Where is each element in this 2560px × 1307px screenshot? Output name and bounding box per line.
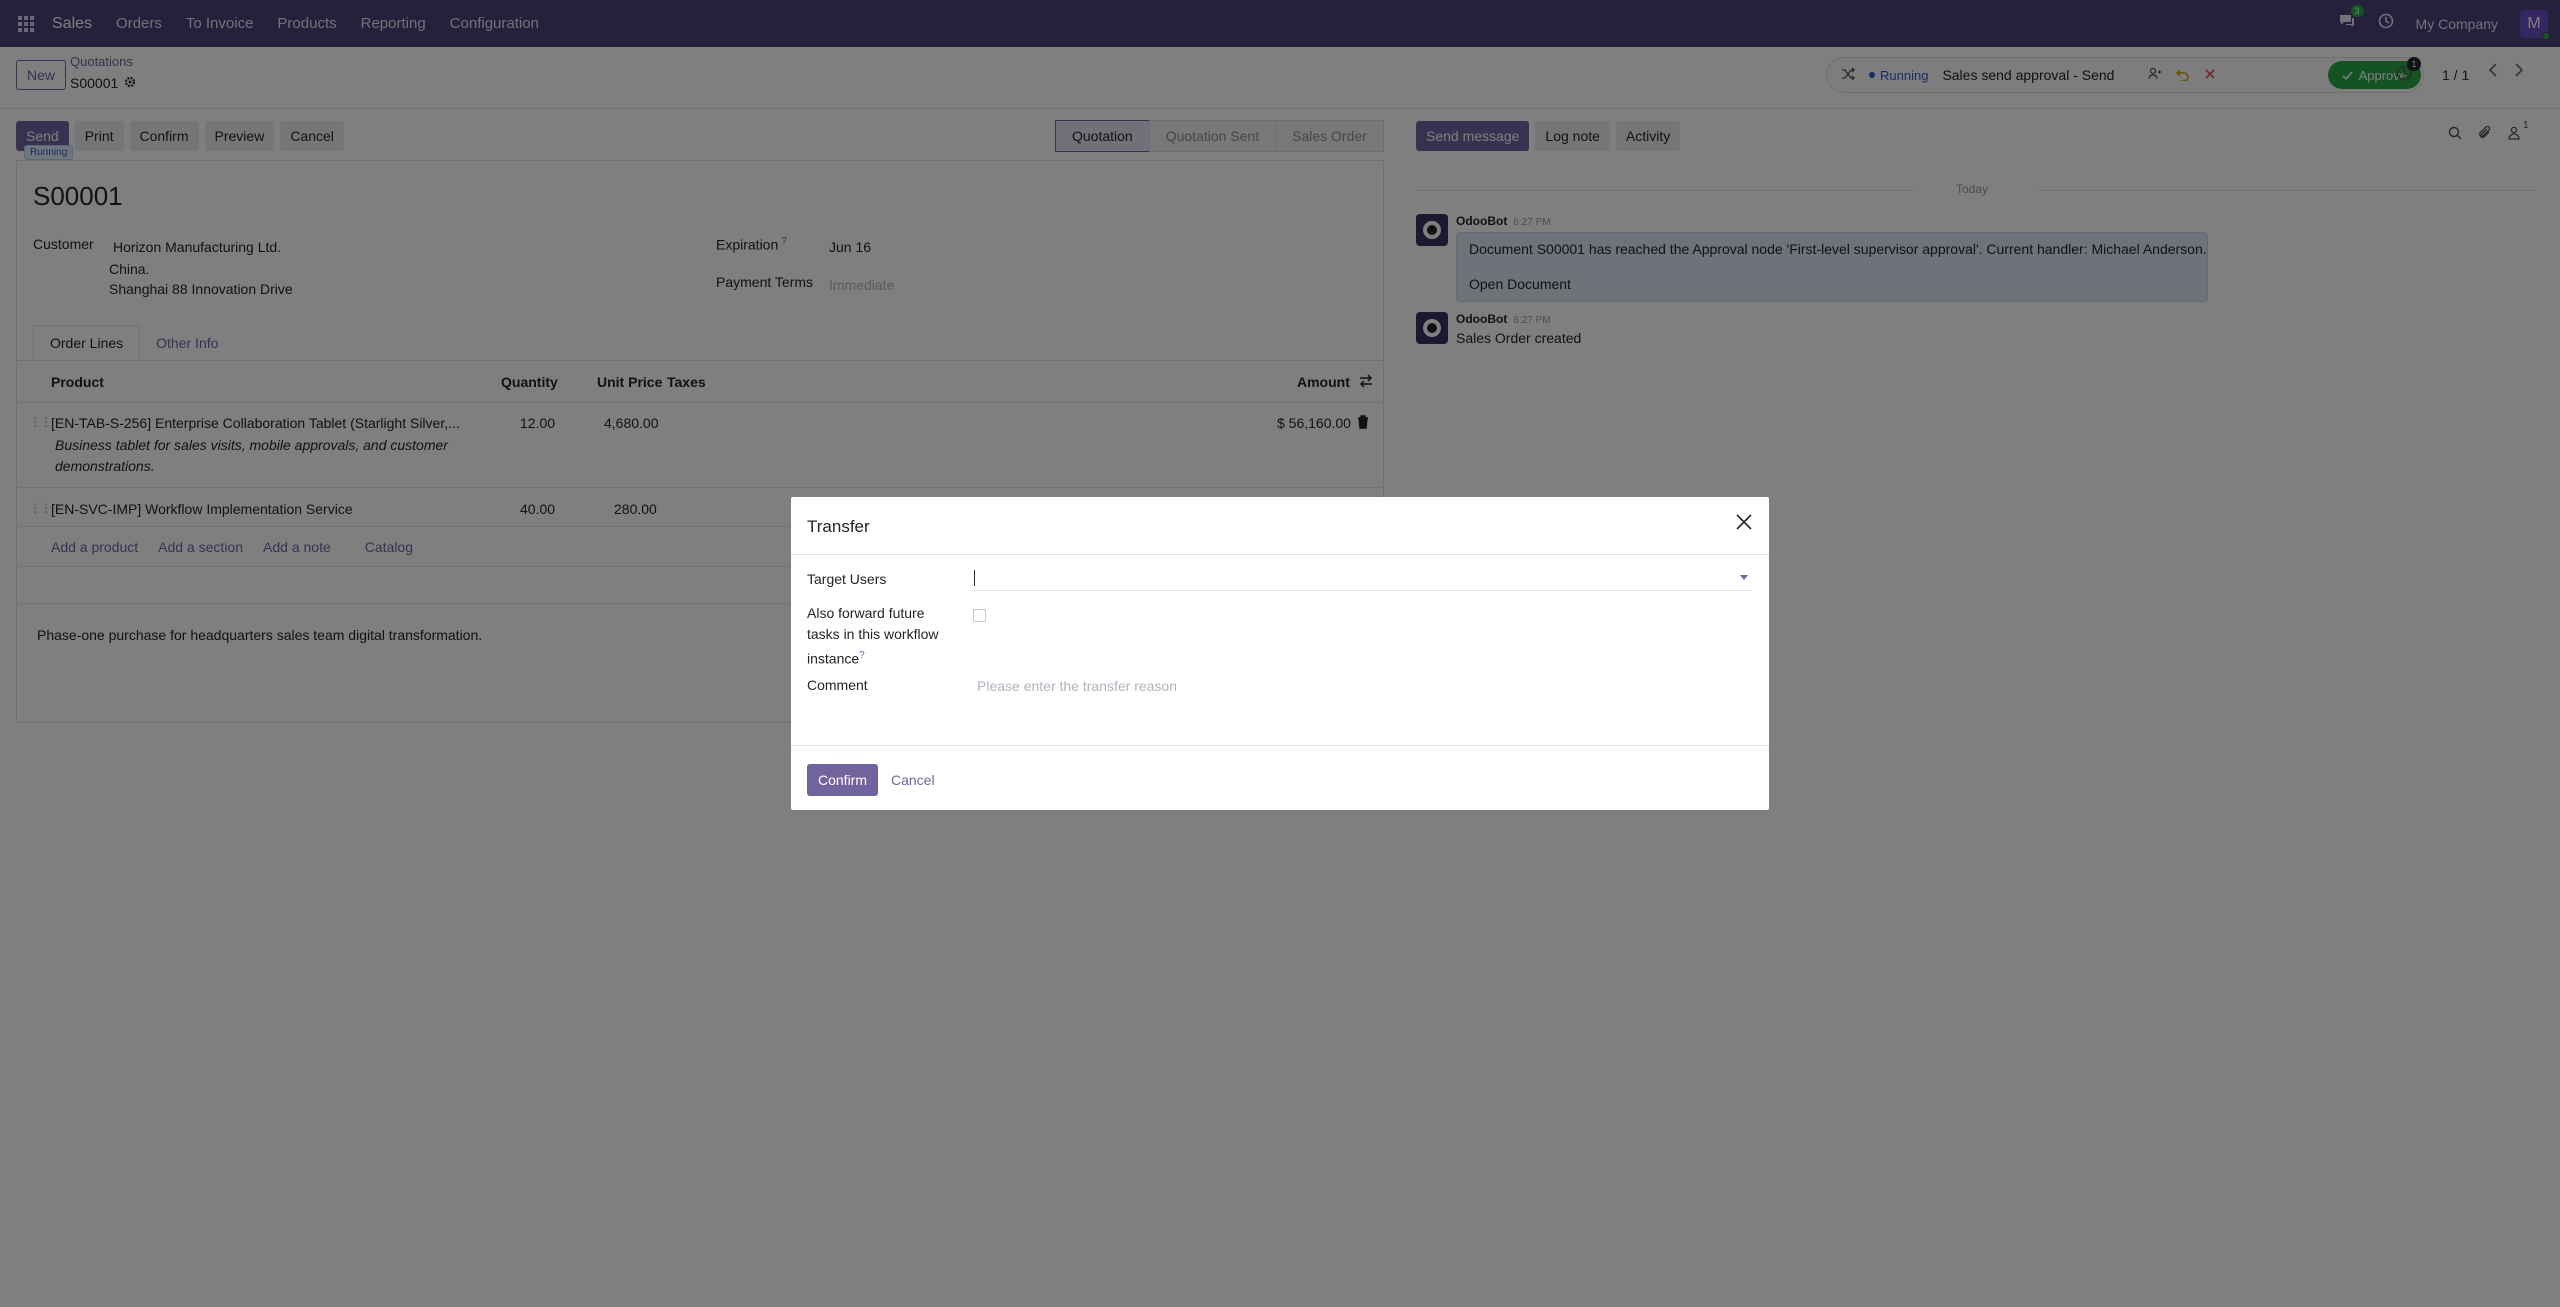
comment-label: Comment bbox=[807, 677, 868, 693]
close-icon[interactable] bbox=[1733, 511, 1755, 533]
comment-input[interactable]: Please enter the transfer reason bbox=[977, 678, 1177, 694]
transfer-dialog: Transfer Target Users Also forward futur… bbox=[791, 497, 1769, 810]
dialog-confirm-button[interactable]: Confirm bbox=[807, 764, 879, 796]
forward-label: Also forward future tasks in this workfl… bbox=[807, 605, 939, 667]
dialog-title: Transfer bbox=[807, 517, 870, 536]
target-users-label: Target Users bbox=[807, 571, 887, 587]
target-users-input[interactable] bbox=[972, 567, 1752, 591]
dialog-cancel-button[interactable]: Cancel bbox=[891, 772, 935, 788]
chevron-down-icon[interactable] bbox=[1740, 575, 1748, 580]
forward-future-checkbox[interactable] bbox=[973, 609, 986, 622]
